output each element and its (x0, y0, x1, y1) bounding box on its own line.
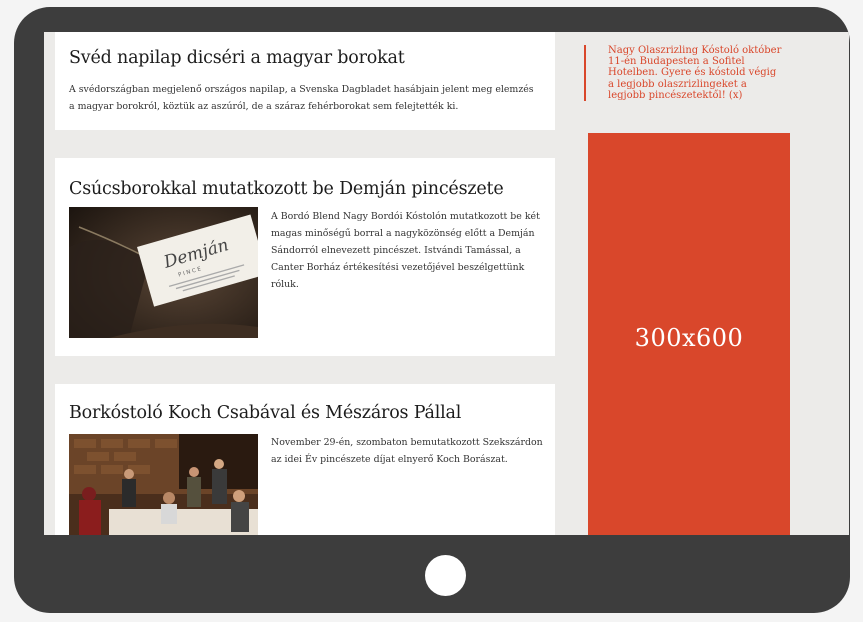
tasting-event-photo (69, 434, 258, 535)
article-card[interactable]: Csúcsborokkal mutatkozott be Demján pinc… (55, 158, 555, 356)
article-excerpt: A svédországban megjelenő országos napil… (69, 84, 534, 112)
promo-text[interactable]: Nagy Olaszrizling Kóstoló október 11-én … (608, 45, 784, 101)
article-card[interactable]: Svéd napilap dicséri a magyar borokat A … (55, 32, 555, 130)
article-excerpt: A Bordó Blend Nagy Bordói Kóstolón mutat… (271, 211, 540, 290)
ad-size-label: 300x600 (634, 323, 744, 352)
article-thumbnail[interactable] (69, 434, 258, 535)
article-title[interactable]: Svéd napilap dicséri a magyar borokat (69, 48, 405, 68)
screen: Svéd napilap dicséri a magyar borokat A … (44, 32, 849, 535)
wine-tag-photo: Demján P I N C E (69, 207, 258, 338)
article-thumbnail[interactable]: Demján P I N C E (69, 207, 258, 338)
home-button[interactable] (425, 555, 466, 596)
article-excerpt: November 29-én, szombaton bemutatkozott … (271, 437, 543, 465)
tablet-frame: Svéd napilap dicséri a magyar borokat A … (14, 7, 850, 613)
article-title[interactable]: Csúcsborokkal mutatkozott be Demján pinc… (69, 179, 504, 199)
ad-placeholder[interactable]: 300x600 (588, 133, 790, 535)
article-card[interactable]: Borkóstoló Koch Csabával és Mészáros Pál… (55, 384, 555, 535)
sidebar-promo-link[interactable]: Nagy Olaszrizling Kóstoló október 11-én … (584, 45, 784, 102)
article-title[interactable]: Borkóstoló Koch Csabával és Mészáros Pál… (69, 403, 461, 423)
